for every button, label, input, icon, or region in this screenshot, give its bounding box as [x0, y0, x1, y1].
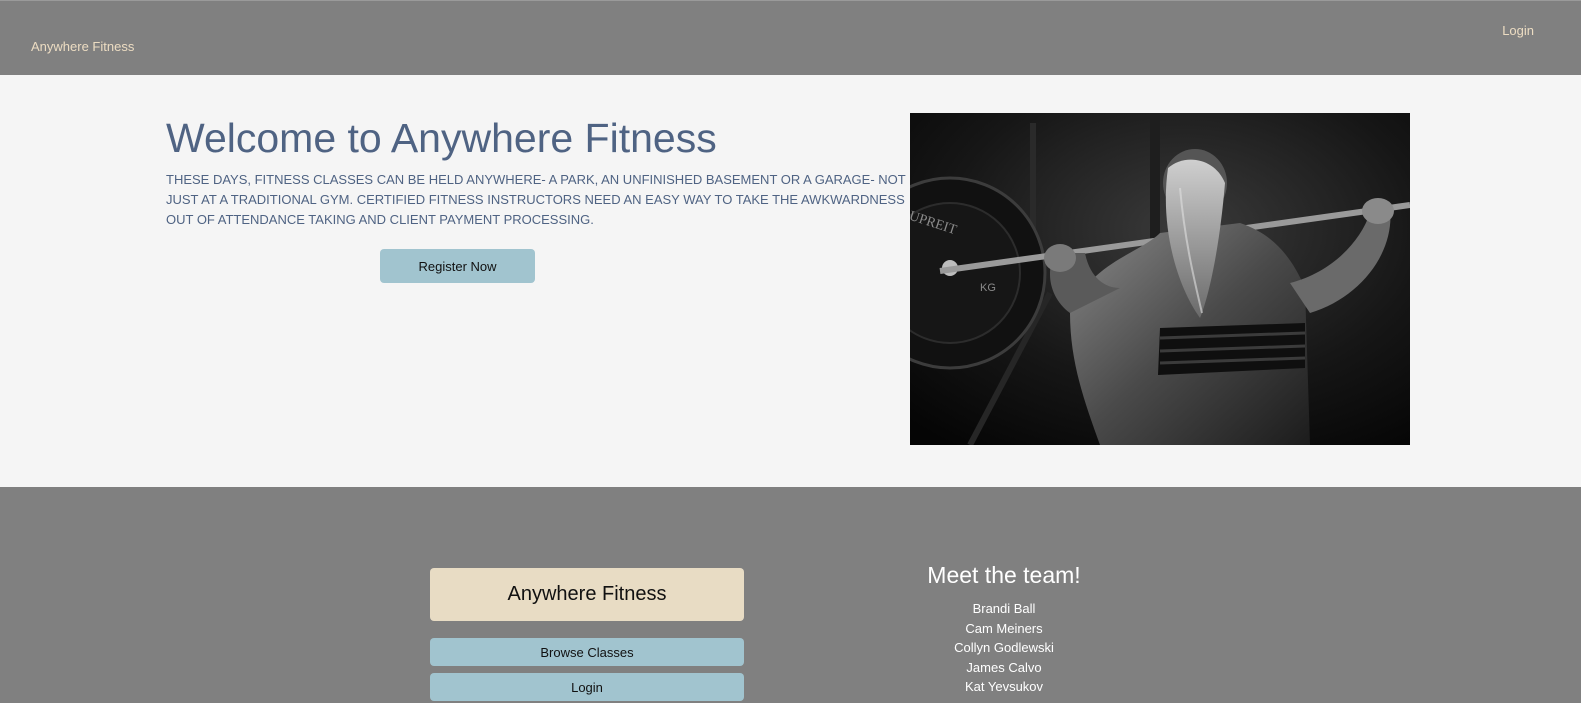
hero-section: Welcome to Anywhere Fitness These days, …	[0, 75, 1581, 487]
team-list: Brandi Ball Cam Meiners Collyn Godlewski…	[904, 599, 1104, 697]
weightlifter-photo: SUPREIT KG	[910, 113, 1410, 445]
brand-link[interactable]: Anywhere Fitness	[31, 39, 134, 54]
login-link[interactable]: Login	[1502, 23, 1534, 38]
register-now-button[interactable]: Register Now	[380, 249, 535, 283]
footer-brand: Anywhere Fitness	[430, 568, 744, 621]
team-member: Collyn Godlewski	[954, 640, 1054, 655]
top-navbar: Anywhere Fitness Login	[0, 0, 1581, 75]
team-member: Kat Yevsukov	[964, 679, 1044, 694]
team-section: Meet the team! Brandi Ball Cam Meiners C…	[904, 562, 1104, 697]
weightlifter-illustration: SUPREIT KG	[910, 113, 1410, 445]
team-title: Meet the team!	[927, 562, 1081, 588]
browse-classes-button[interactable]: Browse Classes	[430, 638, 744, 666]
team-member: James Calvo	[966, 659, 1042, 675]
svg-text:KG: KG	[980, 282, 996, 294]
page-title: Welcome to Anywhere Fitness	[166, 115, 717, 161]
page-footer: Anywhere Fitness Browse Classes Login Me…	[0, 487, 1581, 703]
hero-description: These days, fitness classes can be held …	[166, 172, 906, 227]
team-member: Brandi Ball	[972, 601, 1036, 616]
team-member: Cam Meiners	[965, 620, 1043, 636]
footer-login-button[interactable]: Login	[430, 673, 744, 701]
